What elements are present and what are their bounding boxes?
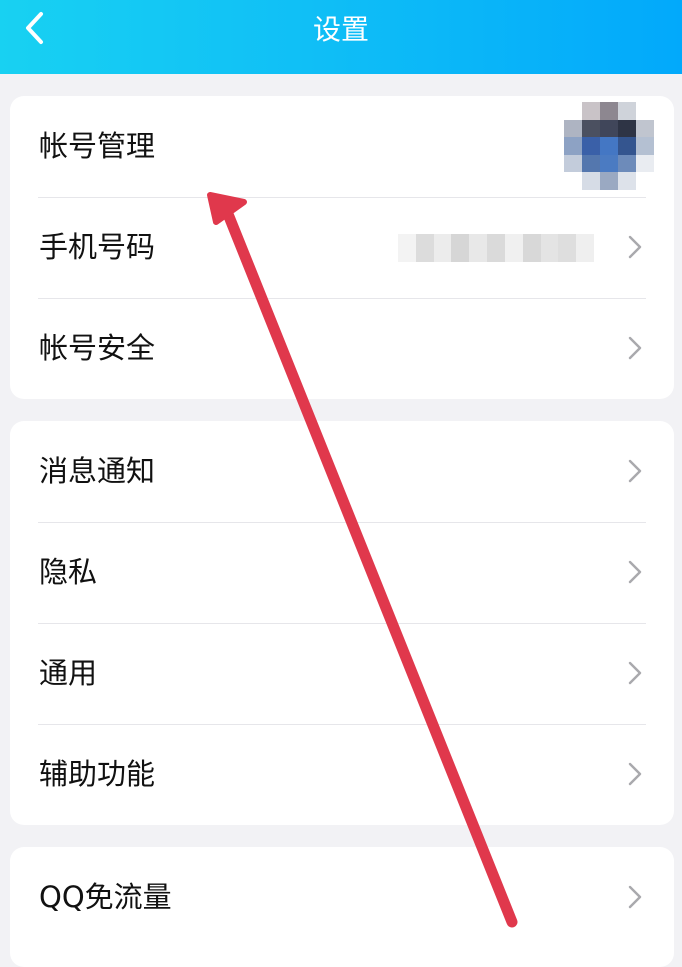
settings-item-label: 消息通知: [39, 454, 156, 488]
account-section: 帐号管理 手机号码 帐号安全: [10, 96, 674, 399]
settings-item-phone-number[interactable]: 手机号码: [10, 197, 674, 298]
settings-item-account-security[interactable]: 帐号安全: [10, 298, 674, 399]
preferences-section: 消息通知 隐私 通用 辅助功能: [10, 421, 674, 825]
settings-item-notifications[interactable]: 消息通知: [10, 421, 674, 522]
chevron-right-icon: [628, 560, 642, 584]
data-saver-section: QQ免流量: [10, 847, 674, 967]
settings-item-label: 手机号码: [39, 230, 156, 264]
avatar: [564, 102, 654, 190]
title-bar: 设置: [0, 0, 682, 74]
settings-item-label: 帐号安全: [39, 331, 156, 365]
chevron-right-icon: [628, 885, 642, 909]
settings-item-label: 帐号管理: [39, 129, 156, 163]
settings-item-account-management[interactable]: 帐号管理: [10, 96, 674, 197]
masked-phone-value: [398, 234, 594, 262]
settings-item-general[interactable]: 通用: [10, 623, 674, 724]
settings-item-label: 隐私: [39, 555, 98, 589]
settings-item-privacy[interactable]: 隐私: [10, 522, 674, 623]
settings-item-accessibility[interactable]: 辅助功能: [10, 724, 674, 825]
settings-item-label: 辅助功能: [39, 757, 156, 791]
page-title: 设置: [312, 13, 369, 46]
settings-item-qq-free-data[interactable]: QQ免流量: [10, 847, 674, 948]
settings-item-label: QQ免流量: [39, 880, 172, 914]
chevron-right-icon: [628, 459, 642, 483]
chevron-right-icon: [628, 661, 642, 685]
chevron-right-icon: [628, 235, 642, 259]
settings-item-label: 通用: [39, 656, 98, 690]
chevron-right-icon: [628, 762, 642, 786]
chevron-right-icon: [628, 336, 642, 360]
